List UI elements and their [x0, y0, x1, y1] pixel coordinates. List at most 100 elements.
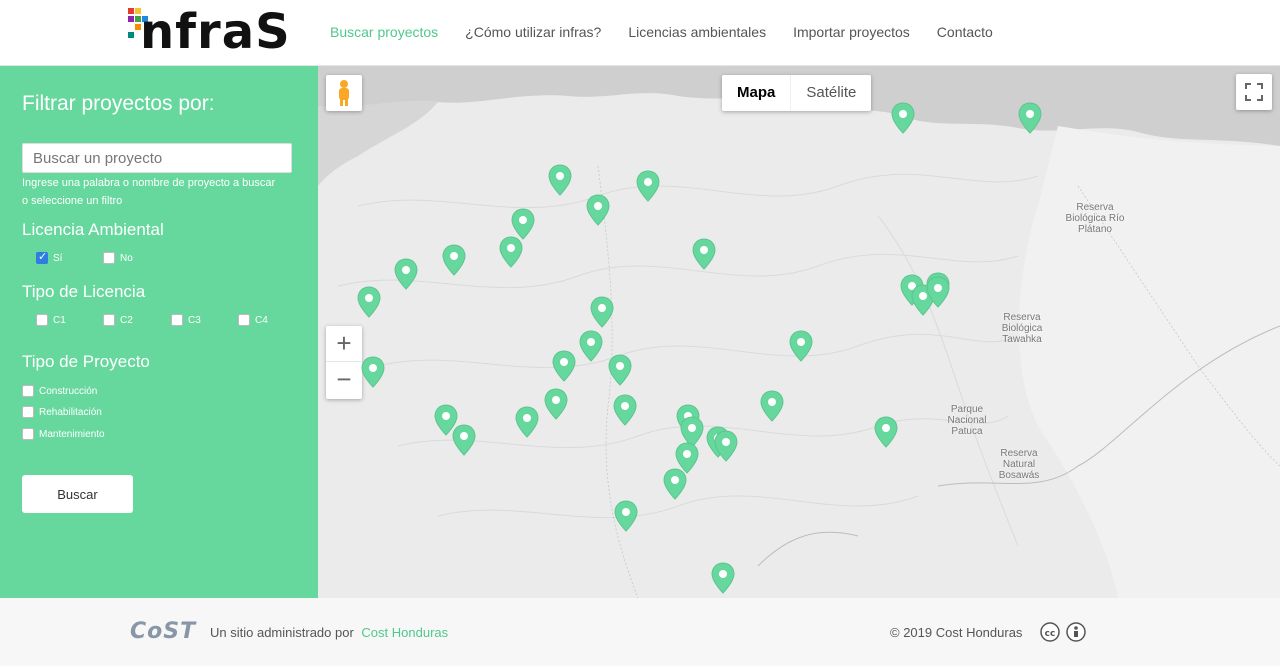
project-pin[interactable] — [663, 468, 687, 500]
project-pin[interactable] — [515, 406, 539, 438]
map-marker-icon — [874, 416, 898, 448]
project-pin[interactable] — [452, 424, 476, 456]
fullscreen-button[interactable] — [1236, 74, 1272, 110]
project-pin[interactable] — [361, 356, 385, 388]
label-tawahka: Reserva Biológica Tawahka — [1001, 312, 1043, 345]
map-marker-icon — [926, 276, 950, 308]
mantenimiento-checkbox[interactable] — [22, 428, 34, 440]
buscar-button[interactable]: Buscar — [22, 475, 133, 513]
licencia-c2-option[interactable]: C2 — [103, 314, 133, 326]
licencia-c2-checkbox[interactable] — [103, 314, 115, 326]
project-pin[interactable] — [891, 102, 915, 134]
nav-importar-proyectos[interactable]: Importar proyectos — [793, 24, 910, 40]
tipo-proyecto-heading: Tipo de Proyecto — [22, 352, 150, 371]
project-pin[interactable] — [357, 286, 381, 318]
map-marker-icon — [357, 286, 381, 318]
licencia-c1-label: C1 — [53, 314, 66, 326]
nav-contacto[interactable]: Contacto — [937, 24, 993, 40]
map-marker-icon — [544, 388, 568, 420]
zoom-control: + − — [326, 326, 362, 399]
label-bosawas: Reserva Natural Bosawás — [998, 448, 1040, 481]
pegman-icon — [339, 80, 349, 106]
project-pin[interactable] — [692, 238, 716, 270]
label-patuca: Parque Nacional Patuca — [947, 404, 987, 437]
licencia-no-option[interactable]: No — [103, 252, 133, 264]
map-type-satelite[interactable]: Satélite — [791, 75, 871, 111]
mantenimiento-option[interactable]: Mantenimiento — [22, 428, 105, 440]
nav-como-utilizar[interactable]: ¿Cómo utilizar infras? — [465, 24, 601, 40]
project-pin[interactable] — [544, 388, 568, 420]
nav-buscar-proyectos[interactable]: Buscar proyectos — [330, 24, 438, 40]
site-footer: CoST Un sitio administrado por Cost Hond… — [0, 598, 1280, 666]
project-pin[interactable] — [1018, 102, 1042, 134]
project-pin[interactable] — [552, 350, 576, 382]
mantenimiento-label: Mantenimiento — [39, 428, 105, 440]
project-pin[interactable] — [608, 354, 632, 386]
map-marker-icon — [692, 238, 716, 270]
licencia-c1-checkbox[interactable] — [36, 314, 48, 326]
map-type-control: Mapa Satélite — [722, 75, 872, 111]
rehabilitacion-label: Rehabilitación — [39, 406, 102, 418]
project-pin[interactable] — [926, 276, 950, 308]
project-pin[interactable] — [714, 430, 738, 462]
project-pin[interactable] — [442, 244, 466, 276]
licencia-c3-option[interactable]: C3 — [171, 314, 201, 326]
search-help-text: Ingrese una palabra o nombre de proyecto… — [22, 177, 276, 207]
construccion-option[interactable]: Construcción — [22, 385, 97, 397]
creative-commons-icon: cc — [1040, 622, 1060, 642]
license-icons[interactable]: cc — [1040, 622, 1088, 642]
rehabilitacion-checkbox[interactable] — [22, 406, 34, 418]
map-marker-icon — [614, 500, 638, 532]
map-marker-icon — [789, 330, 813, 362]
map-marker-icon — [636, 170, 660, 202]
tipo-licencia-heading: Tipo de Licencia — [22, 282, 146, 301]
project-pin[interactable] — [499, 236, 523, 268]
project-pin[interactable] — [548, 164, 572, 196]
map-marker-icon — [663, 468, 687, 500]
copyright-text: © 2019 Cost Honduras — [890, 625, 1023, 640]
cost-honduras-link[interactable]: Cost Honduras — [361, 625, 448, 640]
zoom-out-button[interactable]: − — [326, 362, 362, 398]
attribution-icon — [1066, 622, 1086, 642]
map-marker-icon — [590, 296, 614, 328]
project-pin[interactable] — [614, 500, 638, 532]
map-marker-icon — [548, 164, 572, 196]
managed-by-text: Un sitio administrado por Cost Honduras — [210, 625, 448, 640]
nav-licencias-ambientales[interactable]: Licencias ambientales — [628, 24, 766, 40]
map-type-mapa[interactable]: Mapa — [722, 75, 792, 111]
project-pin[interactable] — [586, 194, 610, 226]
label-rio-platano: Reserva Biológica Río Plátano — [1065, 202, 1125, 235]
filter-title: Filtrar proyectos por: — [22, 92, 215, 115]
map-marker-icon — [1018, 102, 1042, 134]
licencia-c3-label: C3 — [188, 314, 201, 326]
construccion-checkbox[interactable] — [22, 385, 34, 397]
licencia-c3-checkbox[interactable] — [171, 314, 183, 326]
licencia-si-label: Sí — [53, 252, 63, 264]
project-pin[interactable] — [874, 416, 898, 448]
licencia-no-checkbox[interactable] — [103, 252, 115, 264]
rehabilitacion-option[interactable]: Rehabilitación — [22, 406, 102, 418]
project-pin[interactable] — [636, 170, 660, 202]
project-pin[interactable] — [613, 394, 637, 426]
project-search-input[interactable] — [22, 143, 292, 173]
street-view-pegman[interactable] — [326, 75, 362, 111]
licencia-c4-checkbox[interactable] — [238, 314, 250, 326]
projects-map[interactable]: Mapa Satélite + − Reserva Biológica Río … — [318, 66, 1280, 598]
project-pin[interactable] — [394, 258, 418, 290]
project-pin[interactable] — [579, 330, 603, 362]
map-marker-icon — [613, 394, 637, 426]
project-pin[interactable] — [760, 390, 784, 422]
map-marker-icon — [361, 356, 385, 388]
licencia-c4-option[interactable]: C4 — [238, 314, 268, 326]
map-marker-icon — [714, 430, 738, 462]
licencia-si-option[interactable]: Sí — [36, 250, 63, 264]
map-marker-icon — [452, 424, 476, 456]
infras-logo[interactable]: nfraS — [128, 4, 303, 62]
project-pin[interactable] — [789, 330, 813, 362]
zoom-in-button[interactable]: + — [326, 326, 362, 362]
map-marker-icon — [760, 390, 784, 422]
project-pin[interactable] — [590, 296, 614, 328]
licencia-si-checkbox[interactable] — [36, 250, 48, 264]
licencia-c1-option[interactable]: C1 — [36, 314, 66, 326]
project-pin[interactable] — [711, 562, 735, 594]
